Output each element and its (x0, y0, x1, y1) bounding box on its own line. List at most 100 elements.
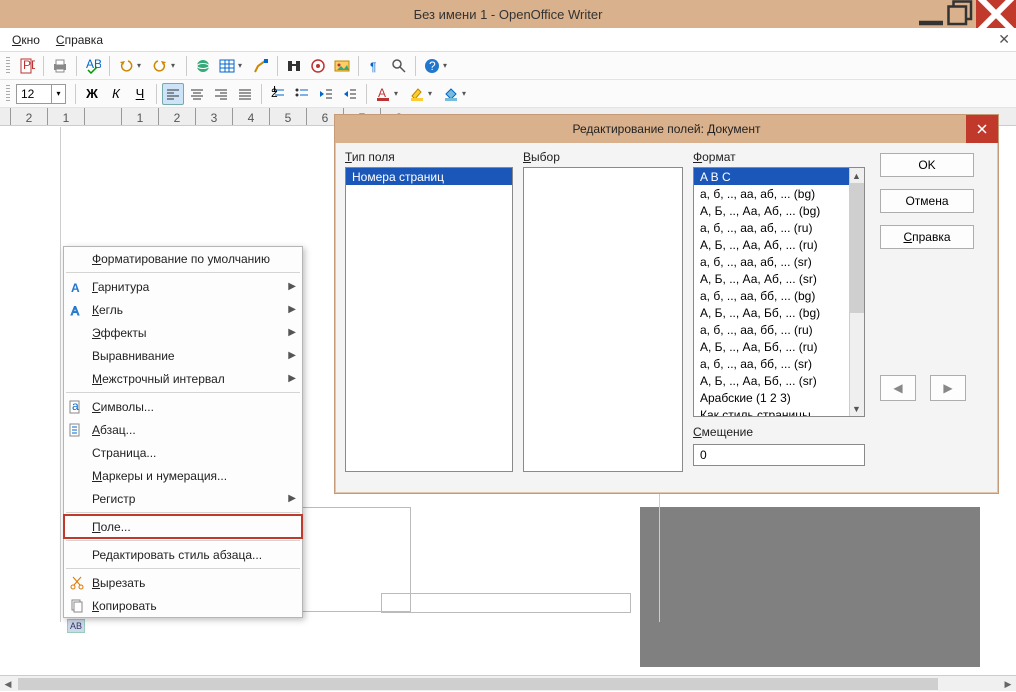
ok-button[interactable]: OK (880, 153, 974, 177)
page-field-marker[interactable]: AB (67, 619, 85, 633)
background-color-dropdown[interactable]: ▾ (462, 89, 470, 98)
highlight-color-dropdown[interactable]: ▾ (428, 89, 436, 98)
document-close-button[interactable]: ✕ (998, 31, 1010, 48)
show-draw-toolbar-button[interactable] (250, 55, 272, 77)
window-minimize-button[interactable] (916, 0, 946, 28)
print-button[interactable] (49, 55, 71, 77)
hyperlink-button[interactable] (192, 55, 214, 77)
menu-help[interactable]: Справка (48, 30, 111, 50)
menu-item[interactable]: Выравнивание▶ (64, 344, 302, 367)
list-item[interactable]: А, Б, .., Аа, Аб, ... (bg) (694, 202, 849, 219)
underline-button[interactable]: Ч (129, 83, 151, 105)
menu-item[interactable]: Межстрочный интервал▶ (64, 367, 302, 390)
spellcheck-button[interactable]: ABC (82, 55, 104, 77)
svg-text:PDF: PDF (23, 58, 35, 72)
align-left-button[interactable] (162, 83, 184, 105)
scroll-thumb[interactable] (849, 183, 864, 313)
menu-item[interactable]: Копировать (64, 594, 302, 617)
redo-button[interactable] (149, 55, 171, 77)
list-item[interactable]: а, б, .., аа, бб, ... (bg) (694, 287, 849, 304)
undo-button[interactable] (115, 55, 137, 77)
list-item[interactable]: а, б, .., аа, аб, ... (ru) (694, 219, 849, 236)
list-item[interactable]: а, б, .., аа, бб, ... (sr) (694, 355, 849, 372)
align-justify-button[interactable] (234, 83, 256, 105)
numbered-list-button[interactable]: 12 (267, 83, 289, 105)
horizontal-scrollbar[interactable]: ◀ ▶ (0, 675, 1016, 691)
list-item[interactable]: Как стиль страницы (694, 406, 849, 417)
list-item[interactable]: а, б, .., аа, аб, ... (bg) (694, 185, 849, 202)
help-button[interactable]: ? (421, 55, 443, 77)
nonprinting-chars-button[interactable]: ¶ (364, 55, 386, 77)
window-close-button[interactable] (976, 0, 1016, 28)
background-color-button[interactable] (440, 83, 462, 105)
menu-item-label: Кегль (92, 303, 123, 317)
menu-item[interactable]: AГарнитура▶ (64, 275, 302, 298)
decrease-indent-button[interactable] (315, 83, 337, 105)
highlight-color-button[interactable] (406, 83, 428, 105)
offset-input[interactable] (693, 444, 865, 466)
find-button[interactable] (283, 55, 305, 77)
window-restore-button[interactable] (946, 0, 976, 28)
dialog-titlebar[interactable]: Редактирование полей: Документ (335, 115, 998, 143)
toolbar-grip[interactable] (6, 57, 10, 75)
navigator-button[interactable] (307, 55, 329, 77)
menu-item[interactable]: Поле... (64, 515, 302, 538)
menu-item[interactable]: Страница... (64, 441, 302, 464)
cancel-button[interactable]: Отмена (880, 189, 974, 213)
gallery-button[interactable] (331, 55, 353, 77)
scroll-down-button[interactable]: ▼ (849, 401, 864, 416)
font-color-button[interactable]: A (372, 83, 394, 105)
prev-field-button[interactable]: ◀ (880, 375, 916, 401)
text-frame[interactable] (381, 593, 631, 613)
dialog-close-button[interactable] (966, 115, 998, 143)
list-item[interactable]: А, Б, .., Аа, Аб, ... (ru) (694, 236, 849, 253)
scroll-left-button[interactable]: ◀ (0, 676, 16, 692)
font-size-combo[interactable]: 12 ▾ (16, 84, 66, 104)
list-item[interactable]: A B C (694, 168, 849, 185)
toolbar-grip[interactable] (6, 85, 10, 103)
list-item[interactable]: А, Б, .., Аа, Аб, ... (sr) (694, 270, 849, 287)
redo-dropdown[interactable]: ▾ (171, 61, 179, 70)
field-type-listbox[interactable]: Номера страниц (345, 167, 513, 472)
menu-item[interactable]: aСимволы... (64, 395, 302, 418)
list-item[interactable]: а, б, .., аа, аб, ... (sr) (694, 253, 849, 270)
font-color-dropdown[interactable]: ▾ (394, 89, 402, 98)
menu-item[interactable]: Маркеры и нумерация... (64, 464, 302, 487)
bold-button[interactable]: Ж (81, 83, 103, 105)
format-scrollbar[interactable]: ▲ ▼ (849, 168, 864, 416)
menu-item[interactable]: Регистр▶ (64, 487, 302, 510)
menu-item[interactable]: Форматирование по умолчанию (64, 247, 302, 270)
export-pdf-button[interactable]: PDF (16, 55, 38, 77)
list-item[interactable]: А, Б, .., Аа, Бб, ... (bg) (694, 304, 849, 321)
zoom-button[interactable] (388, 55, 410, 77)
font-size-dropdown[interactable]: ▾ (51, 85, 65, 103)
menu-item[interactable]: Редактировать стиль абзаца... (64, 543, 302, 566)
table-button[interactable] (216, 55, 238, 77)
next-field-button[interactable]: ▶ (930, 375, 966, 401)
table-dropdown[interactable]: ▾ (238, 61, 246, 70)
list-item[interactable]: Номера страниц (346, 168, 512, 185)
help-button[interactable]: Справка (880, 225, 974, 249)
list-item[interactable]: а, б, .., аа, бб, ... (ru) (694, 321, 849, 338)
italic-button[interactable]: К (105, 83, 127, 105)
bullet-list-button[interactable] (291, 83, 313, 105)
ruler-mark: 1 (47, 108, 84, 126)
menu-item[interactable]: Абзац... (64, 418, 302, 441)
menu-item[interactable]: Эффекты▶ (64, 321, 302, 344)
undo-dropdown[interactable]: ▾ (137, 61, 145, 70)
align-right-button[interactable] (210, 83, 232, 105)
menu-window[interactable]: Окно (4, 30, 48, 50)
format-listbox[interactable]: A B Cа, б, .., аа, аб, ... (bg)А, Б, ..,… (693, 167, 865, 417)
menu-item[interactable]: Вырезать (64, 571, 302, 594)
scroll-up-button[interactable]: ▲ (849, 168, 864, 183)
scroll-right-button[interactable]: ▶ (1000, 676, 1016, 692)
scroll-thumb[interactable] (18, 678, 938, 690)
menu-item[interactable]: AКегль▶ (64, 298, 302, 321)
help-dropdown[interactable]: ▾ (443, 61, 451, 70)
increase-indent-button[interactable] (339, 83, 361, 105)
selection-listbox[interactable] (523, 167, 683, 472)
list-item[interactable]: Арабские (1 2 3) (694, 389, 849, 406)
list-item[interactable]: А, Б, .., Аа, Бб, ... (sr) (694, 372, 849, 389)
align-center-button[interactable] (186, 83, 208, 105)
list-item[interactable]: А, Б, .., Аа, Бб, ... (ru) (694, 338, 849, 355)
